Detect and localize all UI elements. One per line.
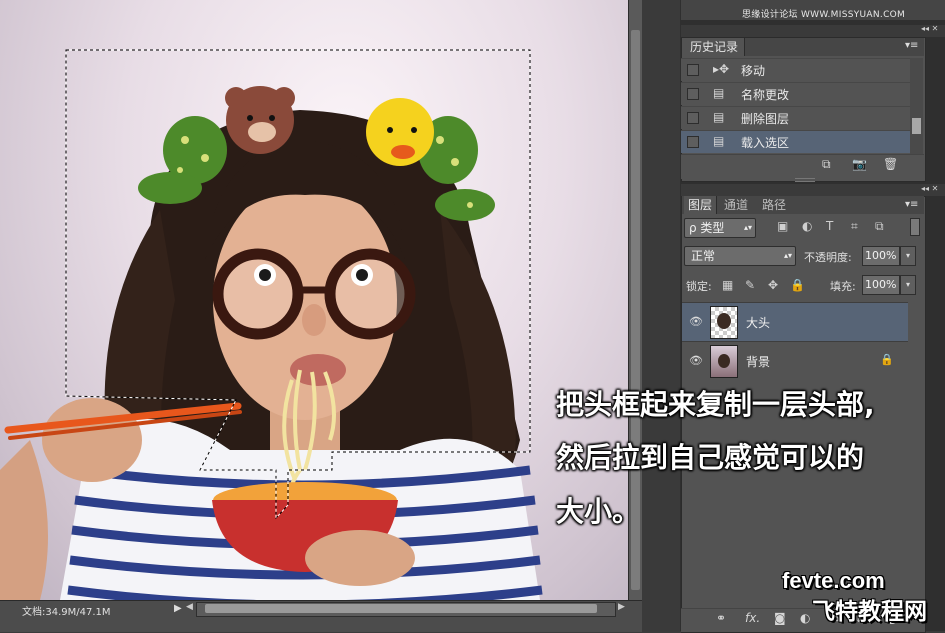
adjustment-filter-icon[interactable]: ◐: [802, 219, 812, 233]
document-icon: ▤: [713, 110, 725, 124]
history-item[interactable]: ▤ 删除图层: [681, 106, 910, 129]
opacity-input[interactable]: 100%: [862, 246, 900, 266]
eye-icon[interactable]: 👁: [689, 315, 703, 328]
caption-line-2: 然后拉到自己感觉可以的: [556, 441, 865, 474]
document-canvas[interactable]: [0, 0, 628, 600]
move-tool-icon: ▸✥: [713, 62, 730, 76]
filter-kind-label: ρ 类型: [689, 221, 725, 235]
fill-input[interactable]: 100%: [862, 275, 900, 295]
watermark-top: 思缘设计论坛 WWW.MISSYUAN.COM: [742, 10, 906, 20]
layer-style-fx-icon[interactable]: fx.: [745, 611, 760, 625]
chevron-down-icon: ▴▾: [743, 223, 752, 232]
pixel-filter-icon[interactable]: ▣: [777, 219, 788, 233]
history-collapse-icon[interactable]: ◂◂ ✕: [921, 24, 938, 33]
add-mask-icon[interactable]: ◙: [774, 611, 786, 625]
layer-name[interactable]: 大头: [746, 314, 770, 331]
trash-icon[interactable]: 🗑: [883, 157, 898, 171]
snapshot-checkbox[interactable]: [687, 112, 699, 124]
snapshot-checkbox[interactable]: [687, 64, 699, 76]
photo-illustration: [0, 49, 543, 600]
snapshot-checkbox[interactable]: [687, 88, 699, 100]
watermark-brand-cn: 飞特教程网: [812, 599, 927, 625]
status-menu-arrow-icon[interactable]: ▶: [174, 603, 182, 614]
camera-snapshot-icon[interactable]: 📷: [852, 157, 867, 171]
history-menu-icon[interactable]: ▾≡: [905, 40, 918, 51]
snapshot-checkbox[interactable]: [687, 136, 699, 148]
shape-filter-icon[interactable]: ⌗: [851, 219, 858, 234]
layer-thumbnail: [710, 306, 738, 339]
chevron-down-icon: ▴▾: [783, 251, 792, 260]
layers-panel-header: [681, 184, 945, 196]
history-panel-header: [681, 25, 945, 37]
new-document-from-state-icon[interactable]: ⧉: [822, 157, 831, 172]
link-layers-icon[interactable]: ⚭: [716, 611, 726, 625]
scroll-left-icon[interactable]: ◀: [186, 602, 193, 612]
history-item-label: 移动: [741, 64, 766, 78]
history-item-selected[interactable]: ▤ 载入选区: [681, 130, 910, 153]
document-icon: ▤: [713, 86, 725, 100]
filter-toggle-switch[interactable]: [910, 218, 920, 236]
layers-tab-bar: [682, 196, 924, 214]
tab-layers[interactable]: 图层: [684, 196, 718, 214]
panel-dock-gap: [642, 0, 680, 631]
fill-label: 填充:: [830, 280, 856, 293]
smart-object-filter-icon[interactable]: ⧉: [875, 219, 884, 234]
left-hand: [42, 398, 142, 482]
chick-toy: [366, 98, 434, 166]
watermark-brand: fevte.com: [782, 568, 885, 593]
lock-transparent-icon[interactable]: ▦: [722, 278, 733, 292]
layer-row-datou[interactable]: 👁 大头: [682, 302, 908, 341]
type-filter-icon[interactable]: T: [826, 219, 833, 233]
layer-name[interactable]: 背景: [746, 353, 770, 370]
opacity-dropdown-icon[interactable]: ▾: [900, 246, 916, 266]
history-item-label: 删除图层: [741, 112, 790, 126]
fill-dropdown-icon[interactable]: ▾: [900, 275, 916, 295]
layers-menu-icon[interactable]: ▾≡: [905, 199, 918, 210]
tab-paths[interactable]: 路径: [758, 196, 790, 214]
layers-collapse-icon[interactable]: ◂◂ ✕: [921, 184, 938, 193]
tab-channels[interactable]: 通道: [720, 196, 752, 214]
scroll-right-icon[interactable]: ▶: [618, 602, 625, 612]
blend-mode-value: 正常: [691, 249, 716, 263]
history-item[interactable]: ▤ 名称更改: [681, 82, 910, 105]
right-hand: [305, 530, 415, 586]
history-item[interactable]: ▸✥ 移动: [681, 58, 910, 81]
caption-line-3: 大小。: [556, 495, 641, 528]
history-item-label: 载入选区: [741, 136, 790, 150]
history-item-label: 名称更改: [741, 88, 790, 102]
blend-mode-select[interactable]: 正常 ▴▾: [684, 246, 796, 266]
history-scroll-thumb[interactable]: [912, 118, 921, 134]
panel-resize-grip[interactable]: [795, 178, 815, 182]
horizontal-scroll-thumb[interactable]: [205, 604, 597, 613]
tab-history[interactable]: 历史记录: [684, 38, 745, 56]
lock-position-icon[interactable]: ✥: [768, 278, 778, 292]
history-tab-bar: [744, 38, 924, 56]
left-arm: [0, 440, 48, 600]
history-scrollbar[interactable]: [910, 58, 923, 154]
document-size-info[interactable]: 文档:34.9M/47.1M: [22, 603, 111, 618]
lock-image-icon[interactable]: ✎: [745, 278, 755, 292]
layer-thumbnail: [710, 345, 738, 378]
adjustment-layer-icon[interactable]: ◐: [800, 611, 810, 625]
layer-row-background[interactable]: 👁 背景 🔒: [682, 341, 908, 380]
caption-line-1: 把头框起来复制一层头部,: [556, 388, 875, 421]
nose: [302, 304, 326, 336]
document-icon: ▤: [713, 134, 725, 148]
lock-all-icon[interactable]: 🔒: [790, 278, 805, 292]
lock-label: 锁定:: [686, 280, 712, 293]
layer-filter-kind-select[interactable]: ρ 类型 ▴▾: [684, 218, 756, 238]
lock-icon: 🔒: [880, 353, 894, 366]
opacity-label: 不透明度:: [804, 251, 852, 264]
eye-icon[interactable]: 👁: [689, 354, 703, 367]
